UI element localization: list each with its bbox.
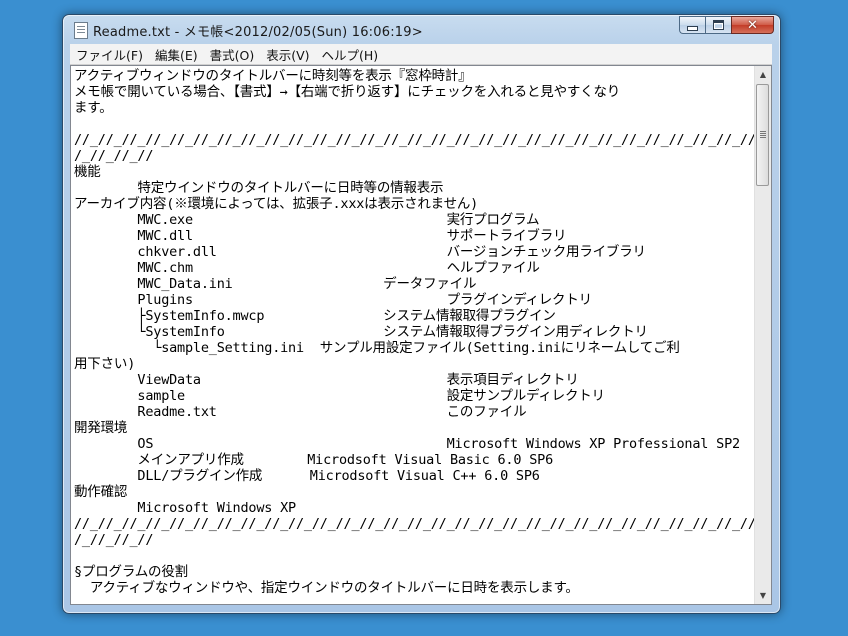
text-line: OS Microsoft Windows XP Professional SP2 <box>74 436 740 452</box>
text-line: メインアプリ作成 Microdsoft Visual Basic 6.0 SP6 <box>74 452 554 468</box>
minimize-button[interactable] <box>679 16 705 34</box>
text-line: MWC.exe 実行プログラム <box>74 212 540 228</box>
text-line: 用下さい) <box>74 356 136 372</box>
notepad-window: Readme.txt - メモ帳<2012/02/05(Sun) 16:06:1… <box>62 14 781 614</box>
menu-format[interactable]: 書式(O) <box>204 45 261 64</box>
close-button[interactable]: ✕ <box>731 16 774 34</box>
text-line: 特定ウインドウのタイトルバーに日時等の情報表示 <box>74 180 444 196</box>
text-line: MWC_Data.ini データファイル <box>74 276 477 292</box>
window-title: Readme.txt - メモ帳<2012/02/05(Sun) 16:06:1… <box>93 25 423 40</box>
maximize-icon <box>713 20 724 30</box>
text-line: メモ帳で開いている場合、【書式】→【右端で折り返す】にチェックを入れると見やすく… <box>74 84 621 100</box>
text-line: MWC.chm ヘルプファイル <box>74 260 540 276</box>
text-line: アーカイブ内容(※環境によっては、拡張子.xxxは表示されません) <box>74 196 479 212</box>
text-line: └SystemInfo システム情報取得プラグイン用ディレクトリ <box>74 324 648 340</box>
text-line: 開発環境 <box>74 420 128 436</box>
caption-buttons: ✕ <box>679 16 774 34</box>
title-bar[interactable]: Readme.txt - メモ帳<2012/02/05(Sun) 16:06:1… <box>63 15 780 43</box>
text-line: アクティブなウィンドウや、指定ウインドウのタイトルバーに日時を表示します。 <box>74 580 579 596</box>
text-line: Readme.txt このファイル <box>74 404 527 420</box>
text-line <box>74 116 754 132</box>
text-content[interactable]: アクティブウィンドウのタイトルバーに時刻等を表示『窓枠時計』 メモ帳で開いている場… <box>74 68 754 602</box>
maximize-button[interactable] <box>705 16 731 34</box>
text-line: //_//_//_//_//_//_//_//_//_//_//_//_//_/… <box>74 132 754 148</box>
text-line: MWC.dll サポートライブラリ <box>74 228 567 244</box>
notepad-icon[interactable] <box>74 22 88 39</box>
text-line: └sample_Setting.ini サンプル用設定ファイル(Setting.… <box>74 340 680 356</box>
text-editor[interactable]: アクティブウィンドウのタイトルバーに時刻等を表示『窓枠時計』 メモ帳で開いている場… <box>70 65 772 605</box>
text-line: DLL/プラグイン作成 Microdsoft Visual C++ 6.0 SP… <box>74 468 540 484</box>
text-line: Microsoft Windows XP <box>74 500 296 516</box>
minimize-icon <box>687 25 698 31</box>
text-line: chkver.dll バージョンチェック用ライブラリ <box>74 244 646 260</box>
menu-file[interactable]: ファイル(F) <box>70 45 149 64</box>
text-line: sample 設定サンプルディレクトリ <box>74 388 605 404</box>
grip-icon <box>760 131 766 132</box>
text-line: §プログラムの役割 <box>74 564 188 580</box>
menu-bar: ファイル(F) 編集(E) 書式(O) 表示(V) ヘルプ(H) <box>70 44 772 65</box>
text-line: ます。 <box>74 100 113 116</box>
menu-edit[interactable]: 編集(E) <box>149 45 204 64</box>
text-line: アクティブウィンドウのタイトルバーに時刻等を表示『窓枠時計』 <box>74 68 472 84</box>
close-icon: ✕ <box>747 17 758 33</box>
text-line: /_//_//_// <box>74 148 154 164</box>
text-line: ├SystemInfo.mwcp システム情報取得プラグイン <box>74 308 556 324</box>
vertical-scrollbar[interactable]: ▲ ▼ <box>754 66 771 604</box>
scroll-down-arrow-icon[interactable]: ▼ <box>755 587 771 604</box>
text-line: 動作確認 <box>74 484 128 500</box>
text-line: //_//_//_//_//_//_//_//_//_//_//_//_//_/… <box>74 516 754 532</box>
scroll-up-arrow-icon[interactable]: ▲ <box>755 66 771 83</box>
menu-help[interactable]: ヘルプ(H) <box>316 45 385 64</box>
text-line: 機能 <box>74 164 101 180</box>
text-line: /_//_//_// <box>74 532 154 548</box>
text-line: Plugins プラグインディレクトリ <box>74 292 592 308</box>
text-line <box>74 548 754 564</box>
scrollbar-thumb[interactable] <box>756 84 769 186</box>
text-line: ViewData 表示項目ディレクトリ <box>74 372 579 388</box>
menu-view[interactable]: 表示(V) <box>260 45 315 64</box>
